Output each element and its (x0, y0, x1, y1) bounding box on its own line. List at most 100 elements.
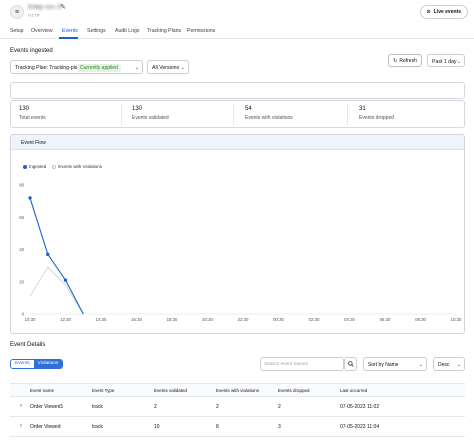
tab-permissions[interactable]: Permissions (187, 28, 215, 34)
table-row[interactable]: › Order Viewed track 10 8 3 07-05-2023 1… (10, 417, 465, 437)
chevron-down-icon: ⌄ (456, 58, 461, 65)
stat-label: Events dropped (359, 115, 395, 121)
chevron-down-icon: ⌄ (180, 65, 185, 71)
chart-plot: 0 20 40 60 80 10:30 12:30 14:30 16:30 18:30 20:30 2… (19, 183, 462, 323)
table-header: Event name Event Type Events validated E… (10, 383, 465, 397)
time-period-label: Past 1 day (432, 58, 457, 65)
cell-event-type: track (92, 404, 103, 410)
x-tick-label: 10:30 (451, 317, 462, 322)
cell-event-type: track (92, 424, 103, 430)
refresh-button[interactable]: ↻ Refresh (388, 54, 422, 67)
toggle-events[interactable]: Events (11, 360, 34, 368)
stat-value: 130 (19, 106, 30, 112)
tab-settings[interactable]: Settings (87, 28, 106, 34)
search-input[interactable] (264, 358, 344, 370)
chevron-right-icon[interactable]: › (20, 403, 22, 409)
version-label: All Versions (152, 65, 180, 71)
x-tick-label: 06:30 (380, 317, 391, 322)
refresh-icon: ↻ (393, 57, 398, 64)
search-field (260, 357, 344, 371)
series-line-violations (29, 266, 84, 315)
stat-events-validated: 130 Events validated (132, 106, 169, 121)
divider (121, 104, 122, 125)
tab-events[interactable]: Events (62, 28, 78, 34)
source-icon: ≡ (10, 5, 24, 19)
divider (347, 104, 348, 125)
stat-value: 130 (132, 106, 143, 112)
live-events-button[interactable]: ⊙ Live events (419, 5, 468, 19)
cell-last-occurred: 07-05-2023 11:04 (340, 424, 380, 430)
x-tick-label: 14:30 (96, 317, 107, 322)
stat-label: Total events (19, 115, 46, 121)
y-tick-label: 80 (19, 183, 24, 188)
live-events-label: Live events (433, 9, 461, 15)
x-tick-label: 18:30 (167, 317, 178, 322)
status-badge: Currently applied (77, 64, 121, 72)
search-button[interactable] (344, 357, 357, 371)
order-select[interactable]: Desc ⌄ (433, 357, 465, 371)
event-details-title: Event Details (10, 342, 46, 348)
y-tick-label: 0 (22, 312, 25, 317)
tracking-plan-panel (10, 82, 465, 99)
chevron-down-icon: ⌄ (456, 362, 461, 368)
series-line-ingested (29, 197, 84, 315)
toggle-violations[interactable]: Violations (33, 360, 63, 368)
y-tick-label: 20 (19, 279, 24, 284)
stats-card: 130 Total events 130 Events validated 54… (10, 100, 465, 128)
sort-select[interactable]: Sort by Name ⌄ (363, 357, 427, 371)
source-name: tmkp-src-3 (28, 4, 62, 11)
column-header: Events validated (154, 388, 188, 393)
play-icon: ⊙ (426, 9, 431, 15)
y-tick-label: 60 (19, 215, 24, 220)
stat-label: Events validated (132, 115, 169, 121)
x-tick-label: 08:30 (415, 317, 426, 322)
chevron-down-icon: ⌄ (134, 65, 139, 71)
table-row[interactable]: › Order Viewed1 track 2 2 2 07-05-2023 1… (10, 397, 465, 417)
data-point-ingested (63, 278, 68, 282)
event-flow-chart: Event Flow Ingested Events with Violatio… (10, 134, 465, 334)
pencil-icon[interactable]: ✎ (60, 3, 66, 11)
events-violations-toggle: Events Violations (10, 359, 64, 369)
stat-events-with-violations: 54 Events with violations (245, 106, 293, 121)
tab-tracking-plans[interactable]: Tracking Plans (147, 28, 181, 34)
x-tick-label: 00:30 (273, 317, 284, 322)
time-period-select[interactable]: Past 1 day ⌄ (427, 54, 465, 67)
chevron-right-icon[interactable]: › (20, 423, 22, 429)
x-tick-label: 20:30 (202, 317, 213, 322)
column-header: Events with violations (216, 388, 260, 393)
tab-audit-logs[interactable]: Audit Logs (115, 28, 140, 34)
tab-setup[interactable]: Setup (10, 28, 24, 34)
data-point-ingested (28, 196, 32, 200)
column-header: Event name (30, 388, 55, 393)
cell-events-validated: 2 (154, 404, 157, 410)
version-select[interactable]: All Versions ⌄ (147, 60, 189, 74)
cell-events-with-violations: 2 (216, 404, 219, 410)
chevron-down-icon: ⌄ (418, 362, 423, 368)
column-header: Event Type (92, 388, 115, 393)
column-header: Last occurred (340, 388, 368, 393)
active-tab-indicator (59, 37, 78, 39)
search-icon (347, 361, 354, 367)
x-tick-label: 16:30 (131, 317, 142, 322)
x-tick-label: 10:30 (25, 317, 36, 322)
cell-events-validated: 10 (154, 424, 160, 430)
tab-overview[interactable]: Overview (31, 28, 53, 34)
refresh-label: Refresh (399, 57, 417, 64)
tab-bar: Setup Overview Events Settings Audit Log… (0, 26, 474, 39)
x-tick-label: 04:30 (344, 317, 355, 322)
cell-events-dropped: 3 (278, 424, 281, 430)
sort-label: Sort by Name (368, 362, 399, 368)
tracking-plan-select[interactable]: Tracking Plan: Tracking-plan-64 Currentl… (10, 60, 143, 74)
cell-events-dropped: 2 (278, 404, 281, 410)
cell-event-name: Order Viewed (30, 424, 61, 430)
x-tick-label: 12:30 (60, 317, 71, 322)
stat-events-dropped: 31 Events dropped (359, 106, 394, 121)
column-header: Events dropped (278, 388, 310, 393)
stat-value: 31 (359, 106, 366, 112)
events-ingested-title: Events ingested (10, 48, 53, 54)
source-type: HTTP (28, 13, 40, 18)
cell-last-occurred: 07-05-2023 11:02 (340, 404, 380, 410)
page-header: ≡ tmkp-src-3 ✎ HTTP ⊙ Live events (0, 0, 474, 26)
x-tick-label: 22:30 (238, 317, 249, 322)
y-tick-label: 40 (19, 247, 24, 252)
